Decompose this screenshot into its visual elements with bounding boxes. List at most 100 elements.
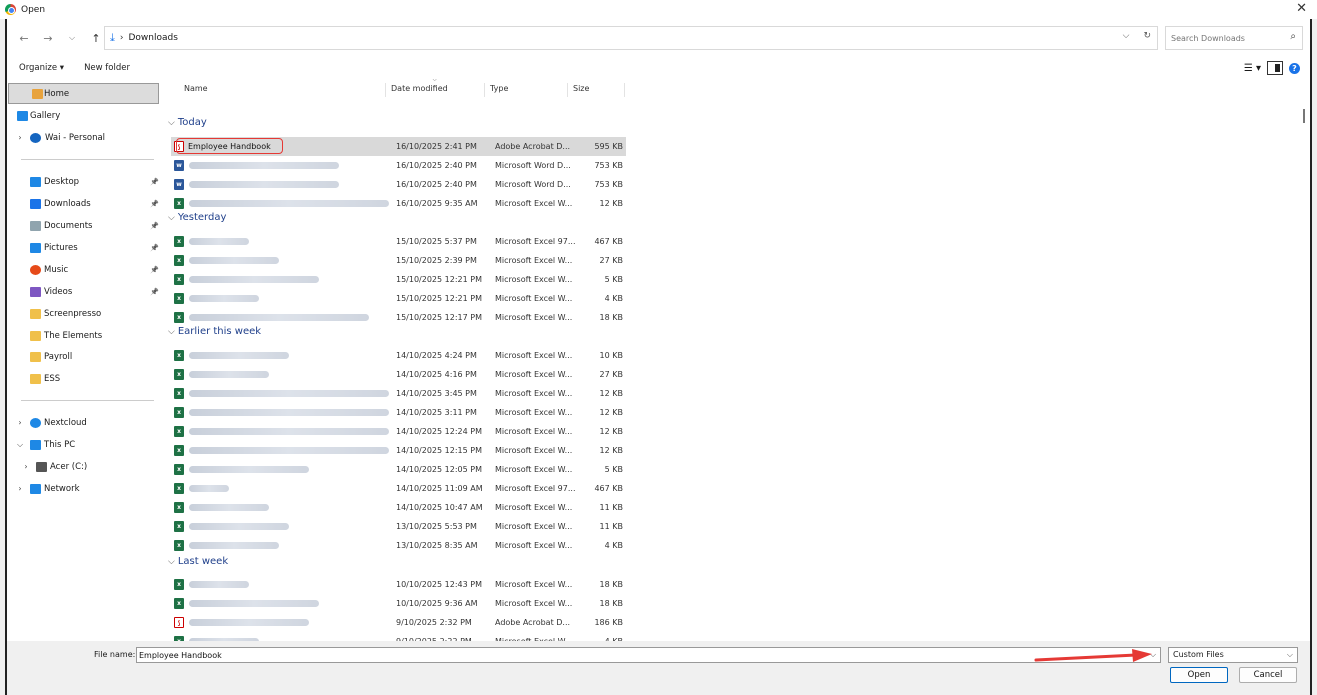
file-size: 12 KB	[599, 427, 623, 436]
redacted-file-name	[189, 504, 269, 511]
column-header-name[interactable]: Name	[184, 79, 208, 99]
sidebar-item-gallery[interactable]: Gallery	[7, 105, 160, 126]
group-header-today[interactable]: ⌵ Today	[168, 117, 207, 128]
sidebar-item-acer-c[interactable]: › Acer (C:)	[7, 456, 160, 477]
sidebar-item-this-pc[interactable]: ⌵ This PC	[7, 434, 160, 455]
organize-button[interactable]: Organize ▾	[19, 63, 64, 73]
column-header-size[interactable]: Size	[573, 79, 589, 99]
file-type-select[interactable]: Custom Files ⌵	[1168, 647, 1298, 663]
file-date: 13/10/2025 8:35 AM	[396, 541, 478, 550]
chevron-right-icon[interactable]: ›	[15, 133, 25, 142]
search-input[interactable]	[1171, 33, 1281, 43]
sidebar-item-videos[interactable]: Videos 📌	[7, 281, 160, 302]
file-row[interactable]: x 10/10/2025 12:43 PM Microsoft Excel W...…	[171, 575, 626, 594]
file-row[interactable]: x 16/10/2025 9:35 AM Microsoft Excel W... 1…	[171, 194, 626, 213]
chevron-down-icon[interactable]: ⌵	[15, 440, 25, 450]
file-row[interactable]: x 15/10/2025 12:21 PM Microsoft Excel W...…	[171, 270, 626, 289]
file-row[interactable]: x 13/10/2025 5:53 PM Microsoft Excel W... 1…	[171, 517, 626, 536]
open-button[interactable]: Open	[1170, 667, 1228, 683]
sidebar-item-the-elements[interactable]: The Elements	[7, 325, 160, 346]
file-date: 14/10/2025 10:47 AM	[396, 503, 483, 512]
cancel-button[interactable]: Cancel	[1239, 667, 1297, 683]
up-arrow-icon[interactable]: ↑	[89, 32, 103, 45]
file-row[interactable]: x 14/10/2025 3:11 PM Microsoft Excel W... 1…	[171, 403, 626, 422]
view-options-icon[interactable]: ☰ ▾	[1244, 63, 1261, 74]
file-row[interactable]: x 15/10/2025 12:21 PM Microsoft Excel W...…	[171, 289, 626, 308]
column-header-date[interactable]: Date modified	[391, 79, 448, 99]
sidebar-item-payroll[interactable]: Payroll	[7, 346, 160, 367]
address-bar[interactable]: ⤓ › Downloads ⌵ ↻	[104, 26, 1158, 50]
search-icon[interactable]: ⌕	[1290, 31, 1296, 42]
sidebar-item-wai-personal[interactable]: › Wai - Personal	[7, 127, 160, 148]
help-icon[interactable]: ?	[1289, 62, 1300, 74]
forward-arrow-icon[interactable]: →	[41, 32, 55, 45]
file-row[interactable]: w 16/10/2025 2:40 PM Microsoft Word D... 75…	[171, 175, 626, 194]
folder-icon	[30, 373, 41, 384]
chevron-right-icon[interactable]: ›	[15, 484, 25, 493]
group-header-last-week[interactable]: ⌵ Last week	[168, 556, 228, 567]
column-divider[interactable]	[567, 83, 568, 97]
file-row[interactable]: x 10/10/2025 9:36 AM Microsoft Excel W... 1…	[171, 594, 626, 613]
pin-icon[interactable]: 📌	[150, 178, 159, 186]
file-row[interactable]: x 14/10/2025 4:24 PM Microsoft Excel W... 1…	[171, 346, 626, 365]
sidebar-item-screenpresso[interactable]: Screenpresso	[7, 303, 160, 324]
sidebar-item-pictures[interactable]: Pictures 📌	[7, 237, 160, 258]
column-header-type[interactable]: Type	[490, 79, 508, 99]
file-row[interactable]: x 15/10/2025 5:37 PM Microsoft Excel 97...…	[171, 232, 626, 251]
title-bar: Open ✕	[0, 0, 1317, 19]
file-type: Adobe Acrobat D...	[495, 142, 571, 151]
chevron-right-icon[interactable]: ›	[21, 462, 31, 471]
sidebar-item-downloads[interactable]: Downloads 📌	[7, 193, 160, 214]
group-header-yesterday[interactable]: ⌵ Yesterday	[168, 212, 226, 223]
pin-icon[interactable]: 📌	[150, 244, 159, 252]
file-row[interactable]: x 14/10/2025 12:24 PM Microsoft Excel W...…	[171, 422, 626, 441]
chevron-down-icon: ⌵	[168, 326, 175, 337]
file-row[interactable]: x 14/10/2025 3:45 PM Microsoft Excel W... 1…	[171, 384, 626, 403]
file-row[interactable]: x 14/10/2025 4:16 PM Microsoft Excel W... 2…	[171, 365, 626, 384]
sidebar-item-network[interactable]: › Network	[7, 478, 160, 499]
group-header-earlier-this-week[interactable]: ⌵ Earlier this week	[168, 326, 261, 337]
breadcrumb-downloads[interactable]: Downloads	[128, 33, 177, 43]
sidebar-item-ess[interactable]: ESS	[7, 368, 160, 389]
file-name-input[interactable]	[136, 647, 1161, 663]
file-date: 9/10/2025 2:32 PM	[396, 618, 472, 627]
address-dropdown-icon[interactable]: ⌵	[1123, 31, 1130, 41]
pin-icon[interactable]: 📌	[150, 222, 159, 230]
column-divider[interactable]	[385, 83, 386, 97]
file-row[interactable]: x 15/10/2025 12:17 PM Microsoft Excel W...…	[171, 308, 626, 327]
pin-icon[interactable]: 📌	[150, 200, 159, 208]
pin-icon[interactable]: 📌	[150, 288, 159, 296]
column-divider[interactable]	[624, 83, 625, 97]
file-row[interactable]: x 15/10/2025 2:39 PM Microsoft Excel W... 2…	[171, 251, 626, 270]
file-row[interactable]: x 14/10/2025 11:09 AM Microsoft Excel 97..…	[171, 479, 626, 498]
search-box[interactable]: ⌕	[1165, 26, 1303, 50]
file-row[interactable]: x 13/10/2025 8:35 AM Microsoft Excel W... 4…	[171, 536, 626, 555]
scrollbar-thumb[interactable]	[1303, 109, 1305, 123]
sidebar-item-music[interactable]: Music 📌	[7, 259, 160, 280]
file-row[interactable]: x 14/10/2025 12:05 PM Microsoft Excel W...…	[171, 460, 626, 479]
recent-locations-chevron-icon[interactable]: ⌵	[65, 33, 79, 43]
refresh-icon[interactable]: ↻	[1143, 31, 1151, 41]
chevron-right-icon[interactable]: ›	[15, 418, 25, 427]
column-divider[interactable]	[484, 83, 485, 97]
sidebar-item-nextcloud[interactable]: › Nextcloud	[7, 412, 160, 433]
new-folder-button[interactable]: New folder	[84, 63, 130, 73]
navigation-pane: Home Gallery › Wai - Personal Desktop 📌 Downlo…	[7, 79, 162, 639]
sidebar-item-documents[interactable]: Documents 📌	[7, 215, 160, 236]
vertical-scrollbar[interactable]	[1298, 79, 1310, 639]
redacted-file-name	[189, 352, 289, 359]
file-row[interactable]: w 16/10/2025 2:40 PM Microsoft Word D... 75…	[171, 156, 626, 175]
back-arrow-icon[interactable]: ←	[17, 32, 31, 45]
file-row[interactable]: x 14/10/2025 12:15 PM Microsoft Excel W...…	[171, 441, 626, 460]
preview-pane-icon[interactable]	[1267, 61, 1283, 75]
close-icon[interactable]: ✕	[1296, 1, 1307, 16]
file-size: 12 KB	[599, 389, 623, 398]
file-row[interactable]: ⟆ 9/10/2025 2:32 PM Adobe Acrobat D... 186 …	[171, 613, 626, 632]
sidebar-item-desktop[interactable]: Desktop 📌	[7, 171, 160, 192]
file-row[interactable]: x9/10/2025 2:22 PMMicrosoft Excel W...4 …	[171, 632, 626, 641]
sidebar-item-home[interactable]: Home	[8, 83, 159, 104]
group-label: Yesterday	[177, 212, 227, 223]
file-row[interactable]: x 14/10/2025 10:47 AM Microsoft Excel W...…	[171, 498, 626, 517]
excel-file-icon: x	[174, 236, 184, 247]
pin-icon[interactable]: 📌	[150, 266, 159, 274]
